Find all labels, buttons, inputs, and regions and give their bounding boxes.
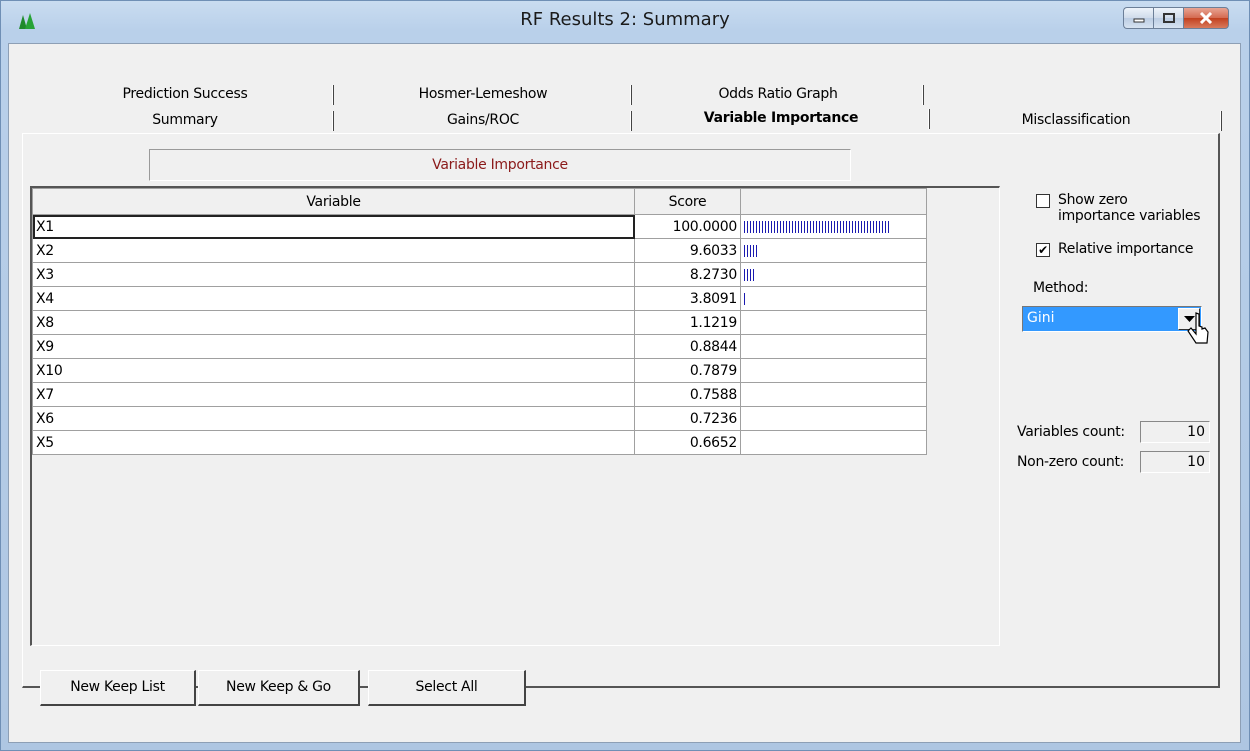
table-row[interactable]: X1 100.0000 [32,214,927,239]
minimize-icon [1133,18,1144,23]
table-row[interactable]: X10 0.7879 [32,358,927,383]
show-zero-option[interactable]: Show zero importance variables [1036,192,1201,224]
table-row[interactable]: X9 0.8844 [32,334,927,359]
maximize-icon [1162,13,1175,23]
score-cell[interactable]: 3.8091 [634,286,741,311]
mouse-pointer-icon [1187,312,1209,344]
importance-bar-cell [740,310,927,335]
tab-prediction-success[interactable]: Prediction Success [36,82,334,106]
variable-cell[interactable]: X9 [32,334,635,359]
nonzero-count-label: Non-zero count: [1017,454,1125,470]
variable-cell[interactable]: X7 [32,382,635,407]
table-row[interactable]: X3 8.2730 [32,262,927,287]
column-header-bar [740,188,927,215]
variables-count-value: 10 [1140,421,1210,443]
score-cell[interactable]: 0.7879 [634,358,741,383]
tab-label: Gains/ROC [446,112,520,128]
importance-bar [744,244,758,257]
table-header-row: Variable Score [32,188,927,215]
new-keep-go-button[interactable]: New Keep & Go [198,670,360,706]
score-cell[interactable]: 9.6033 [634,238,741,263]
tab-misclassification[interactable]: Misclassification [930,108,1222,132]
importance-bar-cell [740,358,927,383]
table-row[interactable]: X5 0.6652 [32,430,927,455]
importance-table: Variable Score X1 100.0000 X2 9.6033 X3 8.273… [32,188,927,455]
table-row[interactable]: X4 3.8091 [32,286,927,311]
importance-bar [744,268,756,281]
tab-hosmer-lemeshow[interactable]: Hosmer-Lemeshow [334,82,632,106]
variable-cell[interactable]: X5 [32,430,635,455]
column-header-variable[interactable]: Variable [32,188,635,215]
tab-label: Hosmer-Lemeshow [418,86,548,102]
nonzero-count-value: 10 [1140,451,1210,473]
show-zero-label: Show zero importance variables [1058,192,1201,224]
importance-bar-cell [740,286,927,311]
relative-importance-option[interactable]: ✔ Relative importance [1036,241,1194,257]
variable-cell[interactable]: X6 [32,406,635,431]
score-cell[interactable]: 8.2730 [634,262,741,287]
variables-count-label: Variables count: [1017,424,1125,440]
score-cell[interactable]: 0.7236 [634,406,741,431]
relative-importance-label: Relative importance [1058,241,1194,257]
tab-odds-ratio-graph[interactable]: Odds Ratio Graph [632,82,924,106]
importance-grid[interactable]: Variable Score X1 100.0000 X2 9.6033 X3 8.273… [30,186,1000,646]
new-keep-list-button[interactable]: New Keep List [40,670,196,706]
tab-summary[interactable]: Summary [36,108,334,132]
variable-cell[interactable]: X3 [32,262,635,287]
importance-bar-cell [740,238,927,263]
close-button[interactable] [1183,7,1229,29]
title-bar[interactable]: RF Results 2: Summary [1,1,1249,43]
tab-label: Variable Importance [703,110,859,126]
score-cell[interactable]: 1.1219 [634,310,741,335]
variable-cell[interactable]: X1 [32,214,635,239]
method-select[interactable]: Gini [1022,306,1202,332]
tab-label: Summary [152,112,218,128]
table-row[interactable]: X6 0.7236 [32,406,927,431]
tab-label: Misclassification [1021,112,1131,128]
importance-bar-cell [740,334,927,359]
close-icon [1199,12,1213,24]
show-zero-label-line2: importance variables [1058,208,1201,224]
score-cell[interactable]: 0.6652 [634,430,741,455]
tab-variable-importance[interactable]: Variable Importance [632,106,930,130]
importance-bar-cell [740,406,927,431]
section-title: Variable Importance [149,149,851,181]
tab-label: Odds Ratio Graph [718,86,838,102]
importance-bar-cell [740,382,927,407]
variable-cell[interactable]: X4 [32,286,635,311]
importance-bar [744,292,746,305]
maximize-button[interactable] [1153,7,1183,29]
importance-bar-cell [740,430,927,455]
importance-bar-cell [740,214,927,239]
score-cell[interactable]: 100.0000 [634,214,741,239]
tab-label: Prediction Success [122,86,248,102]
show-zero-checkbox[interactable] [1036,194,1050,208]
table-row[interactable]: X8 1.1219 [32,310,927,335]
importance-bar [744,220,890,233]
caption-buttons [1123,7,1229,31]
table-row[interactable]: X7 0.7588 [32,382,927,407]
relative-importance-checkbox[interactable]: ✔ [1036,243,1050,257]
tab-gains-roc[interactable]: Gains/ROC [334,108,632,132]
variable-cell[interactable]: X10 [32,358,635,383]
method-select-value: Gini [1027,310,1055,326]
score-cell[interactable]: 0.8844 [634,334,741,359]
minimize-button[interactable] [1123,7,1153,29]
variable-cell[interactable]: X8 [32,310,635,335]
score-cell[interactable]: 0.7588 [634,382,741,407]
method-label: Method: [1033,280,1089,296]
show-zero-label-line1: Show zero [1058,192,1128,208]
variable-cell[interactable]: X2 [32,238,635,263]
table-row[interactable]: X2 9.6033 [32,238,927,263]
window-title: RF Results 2: Summary [520,9,730,30]
importance-bar-cell [740,262,927,287]
column-header-score[interactable]: Score [634,188,741,215]
select-all-button[interactable]: Select All [368,670,526,706]
